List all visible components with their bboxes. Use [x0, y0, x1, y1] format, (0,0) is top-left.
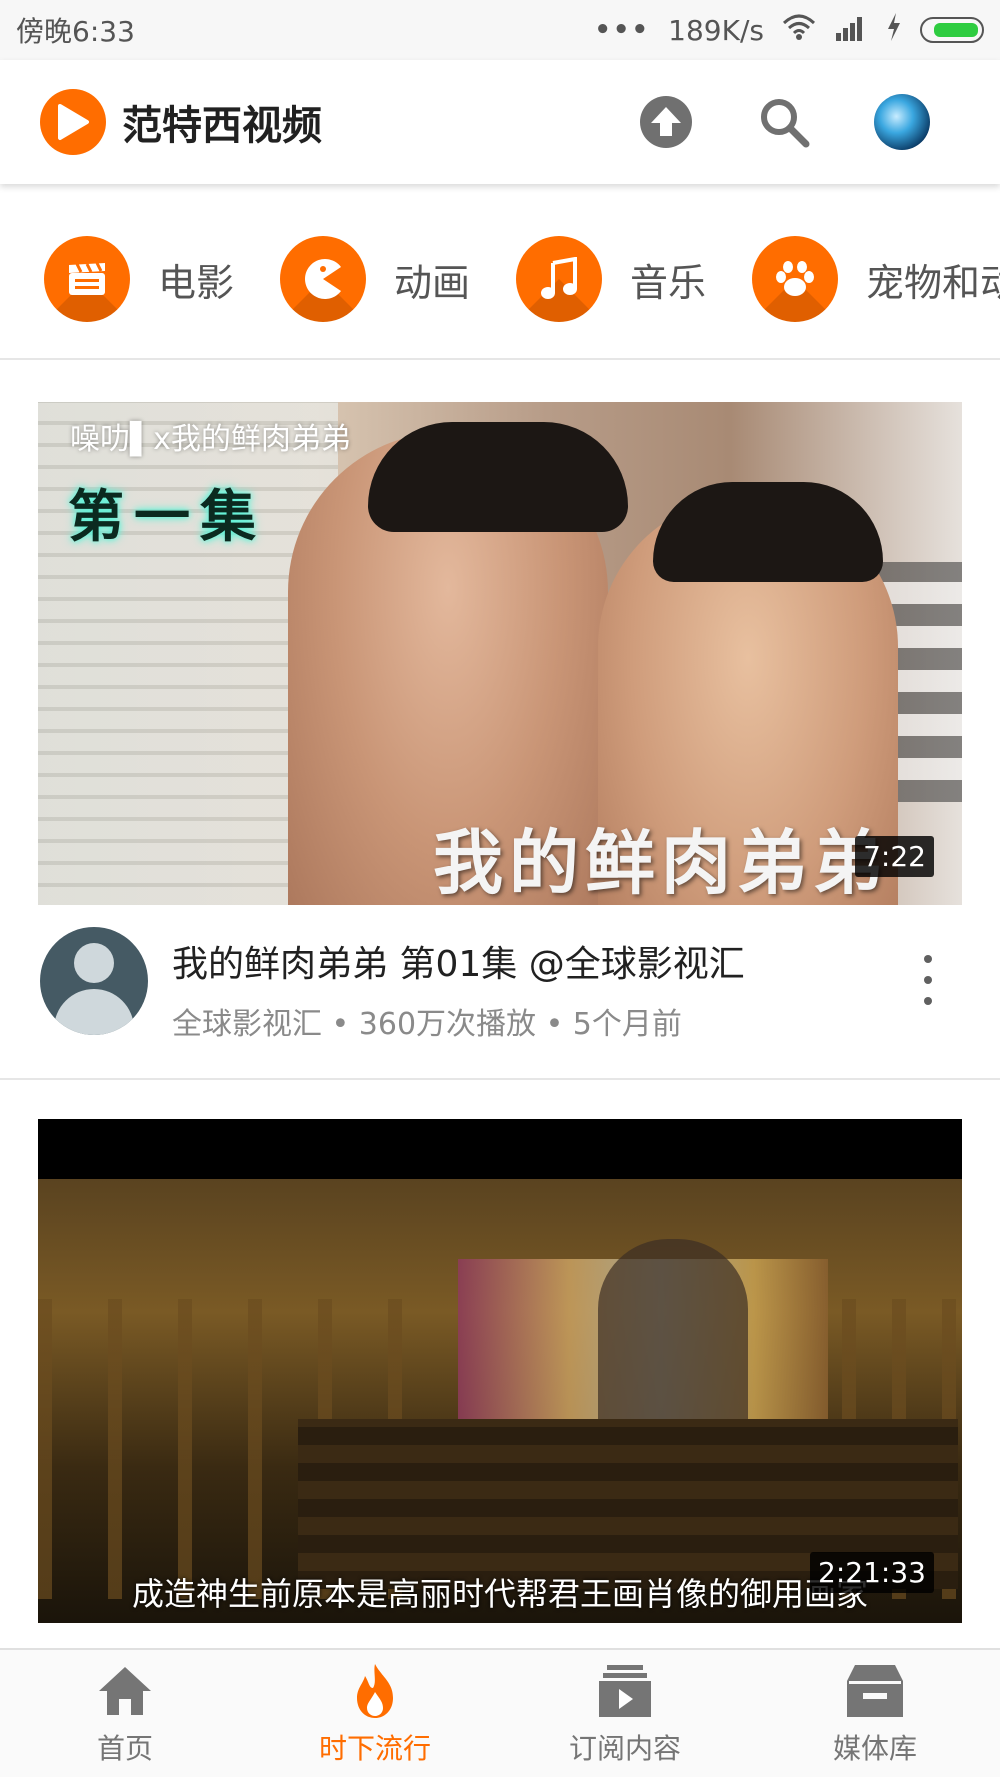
- nav-label: 首页: [96, 1731, 153, 1765]
- thumbnail-title-text: 我的鲜肉弟弟: [433, 822, 889, 904]
- category-label: 动画: [394, 260, 471, 305]
- category-label: 电影: [158, 260, 235, 305]
- signal-icon: [834, 13, 868, 48]
- video-title[interactable]: 我的鲜肉弟弟 第01集 @全球影视汇: [172, 935, 745, 987]
- app-logo-icon[interactable]: [40, 89, 106, 155]
- charging-icon: [886, 12, 902, 48]
- pacman-icon: [280, 236, 367, 322]
- video-thumbnail[interactable]: 成造神生前原本是高丽时代帮君王画肖像的御用画家 2:21:33: [38, 1119, 962, 1623]
- app-title: 范特西视频: [122, 103, 322, 149]
- category-label: 音乐: [630, 260, 707, 305]
- nav-label: 媒体库: [832, 1731, 917, 1765]
- video-duration-badge: 2:21:33: [810, 1552, 934, 1593]
- status-time: 傍晚6:33: [16, 15, 135, 48]
- video-meta: 我的鲜肉弟弟 第01集 @全球影视汇 全球影视汇 • 360万次播放 • 5个月…: [0, 905, 1000, 1077]
- home-icon: [95, 1661, 155, 1721]
- channel-avatar[interactable]: [40, 927, 148, 1035]
- status-bar: 傍晚6:33 ••• 189K/s: [0, 0, 1000, 60]
- upload-icon: [640, 96, 692, 148]
- video-subline: 全球影视汇 • 360万次播放 • 5个月前: [172, 1007, 682, 1042]
- more-vert-icon: [924, 955, 932, 963]
- more-dots-indicator: •••: [594, 15, 651, 45]
- avatar: [874, 94, 930, 150]
- search-icon: [761, 99, 810, 148]
- nav-home[interactable]: 首页: [0, 1650, 250, 1777]
- clapperboard-icon: [44, 236, 130, 322]
- music-note-icon: [516, 236, 603, 322]
- nav-label: 订阅内容: [568, 1731, 681, 1765]
- library-icon: [845, 1661, 905, 1721]
- app-header: 范特西视频: [0, 60, 1000, 184]
- video-duration-badge: 7:22: [855, 836, 934, 877]
- nav-library[interactable]: 媒体库: [750, 1650, 1000, 1777]
- bottom-navigation: 首页 时下流行 订阅内容 媒体库: [0, 1648, 1000, 1777]
- paw-icon: [752, 236, 839, 322]
- video-thumbnail[interactable]: 噪叻▌x我的鲜肉弟弟 第一集 我的鲜肉弟弟 7:22: [38, 402, 962, 905]
- subscriptions-icon: [595, 1661, 655, 1721]
- upload-button[interactable]: [638, 94, 694, 150]
- battery-icon: [920, 17, 984, 43]
- wifi-icon: [782, 13, 816, 48]
- network-speed: 189K/s: [668, 13, 764, 47]
- category-movies[interactable]: 电影: [44, 236, 234, 322]
- nav-label: 时下流行: [318, 1731, 431, 1765]
- thumbnail-episode-text: 第一集: [68, 485, 266, 550]
- category-bar: 电影 动画 音乐 宠物和动: [0, 200, 1000, 360]
- category-animation[interactable]: 动画: [280, 236, 470, 322]
- thumbnail-brand-text: 噪叻▌x我的鲜肉弟弟: [70, 422, 351, 457]
- flame-icon: [345, 1661, 405, 1721]
- category-pets[interactable]: 宠物和动: [752, 236, 1000, 322]
- category-label: 宠物和动: [866, 260, 1000, 305]
- category-music[interactable]: 音乐: [516, 236, 706, 322]
- divider: [0, 1078, 1000, 1080]
- more-options-button[interactable]: [916, 955, 940, 1005]
- account-avatar-button[interactable]: [874, 94, 930, 150]
- search-button[interactable]: [756, 94, 812, 150]
- nav-trending[interactable]: 时下流行: [250, 1650, 500, 1777]
- nav-subscriptions[interactable]: 订阅内容: [500, 1650, 750, 1777]
